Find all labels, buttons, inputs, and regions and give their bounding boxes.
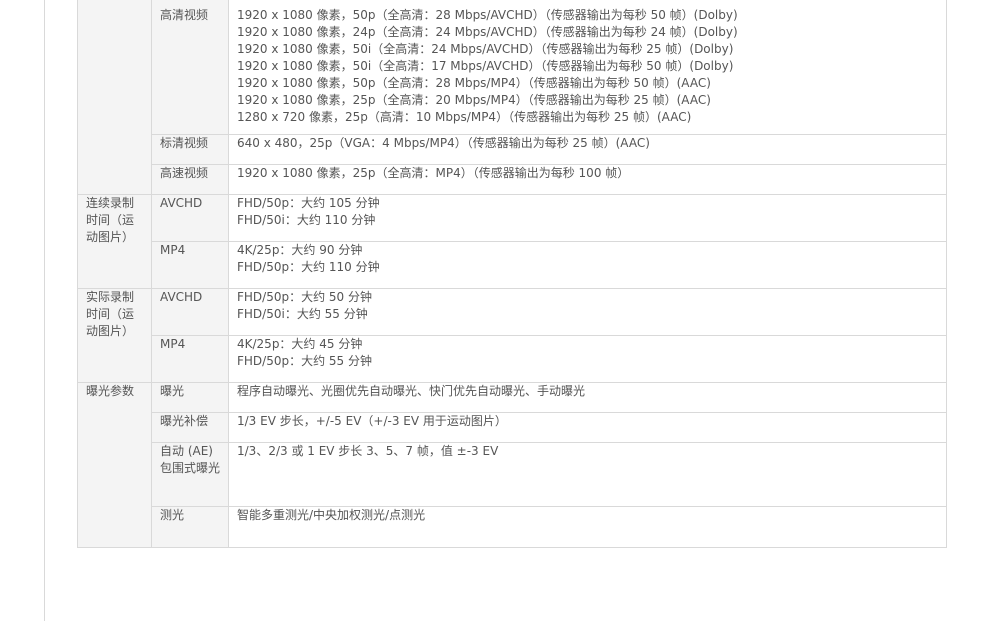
category-cell: 实际录制时间（运动图片）	[77, 288, 152, 383]
value-line: FHD/50i：大约 110 分钟	[237, 213, 376, 227]
value-line: 1920 x 1080 像素，50p（全高清：28 Mbps/AVCHD）（传感…	[237, 8, 738, 22]
value-line: 1280 x 720 像素，25p（高清：10 Mbps/MP4）（传感器输出为…	[237, 110, 692, 124]
sub-label: 曝光补偿	[151, 412, 229, 443]
table-row: 自动 (AE) 包围式曝光 1/3、2/3 或 1 EV 步长 3、5、7 帧，…	[78, 442, 947, 507]
value-line: 1/3、2/3 或 1 EV 步长 3、5、7 帧，值 ±-3 EV	[237, 444, 499, 458]
sub-label: 标清视频	[151, 134, 229, 165]
value-line: 1920 x 1080 像素，50i（全高清：17 Mbps/AVCHD）（传感…	[237, 59, 734, 73]
category-cell	[77, 0, 152, 195]
sub-label: AVCHD	[151, 194, 229, 242]
sub-label: MP4	[151, 335, 229, 383]
value-line: 4K/25p：大约 90 分钟	[237, 243, 363, 257]
sub-label: 测光	[151, 506, 229, 548]
sub-label: 高速视频	[151, 164, 229, 195]
value-line: 1920 x 1080 像素，24p（全高清：24 Mbps/AVCHD）（传感…	[237, 25, 738, 39]
value-cell: FHD/50p：大约 50 分钟 FHD/50i：大约 55 分钟	[228, 288, 947, 336]
value-cell: FHD/50p：大约 105 分钟 FHD/50i：大约 110 分钟	[228, 194, 947, 242]
value-line: FHD/50p：大约 50 分钟	[237, 290, 372, 304]
value-line: 1920 x 1080 像素，25p（全高清：20 Mbps/MP4）（传感器输…	[237, 93, 711, 107]
table-row: 连续录制时间（运动图片） AVCHD FHD/50p：大约 105 分钟 FHD…	[77, 194, 947, 289]
value-line: FHD/50p：大约 110 分钟	[237, 260, 380, 274]
table-row: 高清视频 1920 x 1080 像素，50p（全高清：28 Mbps/AVCH…	[77, 0, 947, 195]
value-cell: 1920 x 1080 像素，25p（全高清：MP4）（传感器输出为每秒 100…	[228, 164, 947, 195]
value-line: 1920 x 1080 像素，50i（全高清：24 Mbps/AVCHD）（传感…	[237, 42, 734, 56]
sub-label: MP4	[151, 241, 229, 289]
value-cell: 1920 x 1080 像素，50p（全高清：28 Mbps/AVCHD）（传感…	[228, 0, 947, 135]
value-line: 4K/25p：大约 45 分钟	[237, 337, 363, 351]
table-row: 实际录制时间（运动图片） AVCHD FHD/50p：大约 50 分钟 FHD/…	[77, 288, 947, 383]
table-row: 高速视频 1920 x 1080 像素，25p（全高清：MP4）（传感器输出为每…	[78, 164, 947, 195]
value-line: 智能多重测光/中央加权测光/点测光	[237, 508, 426, 522]
category-cell: 曝光参数	[77, 382, 152, 548]
value-line: FHD/50p：大约 55 分钟	[237, 354, 372, 368]
sub-label: 自动 (AE) 包围式曝光	[151, 442, 229, 507]
page-border-left	[44, 0, 45, 621]
sub-label: AVCHD	[151, 288, 229, 336]
value-line: FHD/50i：大约 55 分钟	[237, 307, 368, 321]
table-row: 曝光补偿 1/3 EV 步长，+/-5 EV（+/-3 EV 用于运动图片）	[78, 412, 947, 443]
value-line: FHD/50p：大约 105 分钟	[237, 196, 380, 210]
value-cell: 1/3 EV 步长，+/-5 EV（+/-3 EV 用于运动图片）	[228, 412, 947, 443]
value-cell: 1/3、2/3 或 1 EV 步长 3、5、7 帧，值 ±-3 EV	[228, 442, 947, 507]
value-cell: 4K/25p：大约 45 分钟 FHD/50p：大约 55 分钟	[228, 335, 947, 383]
table-row: 测光 智能多重测光/中央加权测光/点测光	[78, 506, 947, 548]
table-row: MP4 4K/25p：大约 90 分钟 FHD/50p：大约 110 分钟	[78, 241, 947, 289]
spec-table: 高清视频 1920 x 1080 像素，50p（全高清：28 Mbps/AVCH…	[77, 0, 947, 548]
value-line: 1920 x 1080 像素，50p（全高清：28 Mbps/MP4）（传感器输…	[237, 76, 711, 90]
value-line: 程序自动曝光、光圈优先自动曝光、快门优先自动曝光、手动曝光	[237, 384, 586, 398]
value-line: 1/3 EV 步长，+/-5 EV（+/-3 EV 用于运动图片）	[237, 414, 507, 428]
table-row: 标清视频 640 x 480，25p（VGA：4 Mbps/MP4）（传感器输出…	[78, 134, 947, 165]
table-row: 曝光参数 曝光 程序自动曝光、光圈优先自动曝光、快门优先自动曝光、手动曝光	[77, 382, 947, 548]
sub-label: 高清视频	[151, 0, 229, 135]
table-row: MP4 4K/25p：大约 45 分钟 FHD/50p：大约 55 分钟	[78, 335, 947, 383]
category-cell: 连续录制时间（运动图片）	[77, 194, 152, 289]
sub-label: 曝光	[151, 382, 229, 413]
value-line: 1920 x 1080 像素，25p（全高清：MP4）（传感器输出为每秒 100…	[237, 166, 630, 180]
value-cell: 智能多重测光/中央加权测光/点测光	[228, 506, 947, 548]
value-line: 640 x 480，25p（VGA：4 Mbps/MP4）（传感器输出为每秒 2…	[237, 136, 650, 150]
value-cell: 4K/25p：大约 90 分钟 FHD/50p：大约 110 分钟	[228, 241, 947, 289]
value-cell: 程序自动曝光、光圈优先自动曝光、快门优先自动曝光、手动曝光	[228, 382, 947, 413]
value-cell: 640 x 480，25p（VGA：4 Mbps/MP4）（传感器输出为每秒 2…	[228, 134, 947, 165]
